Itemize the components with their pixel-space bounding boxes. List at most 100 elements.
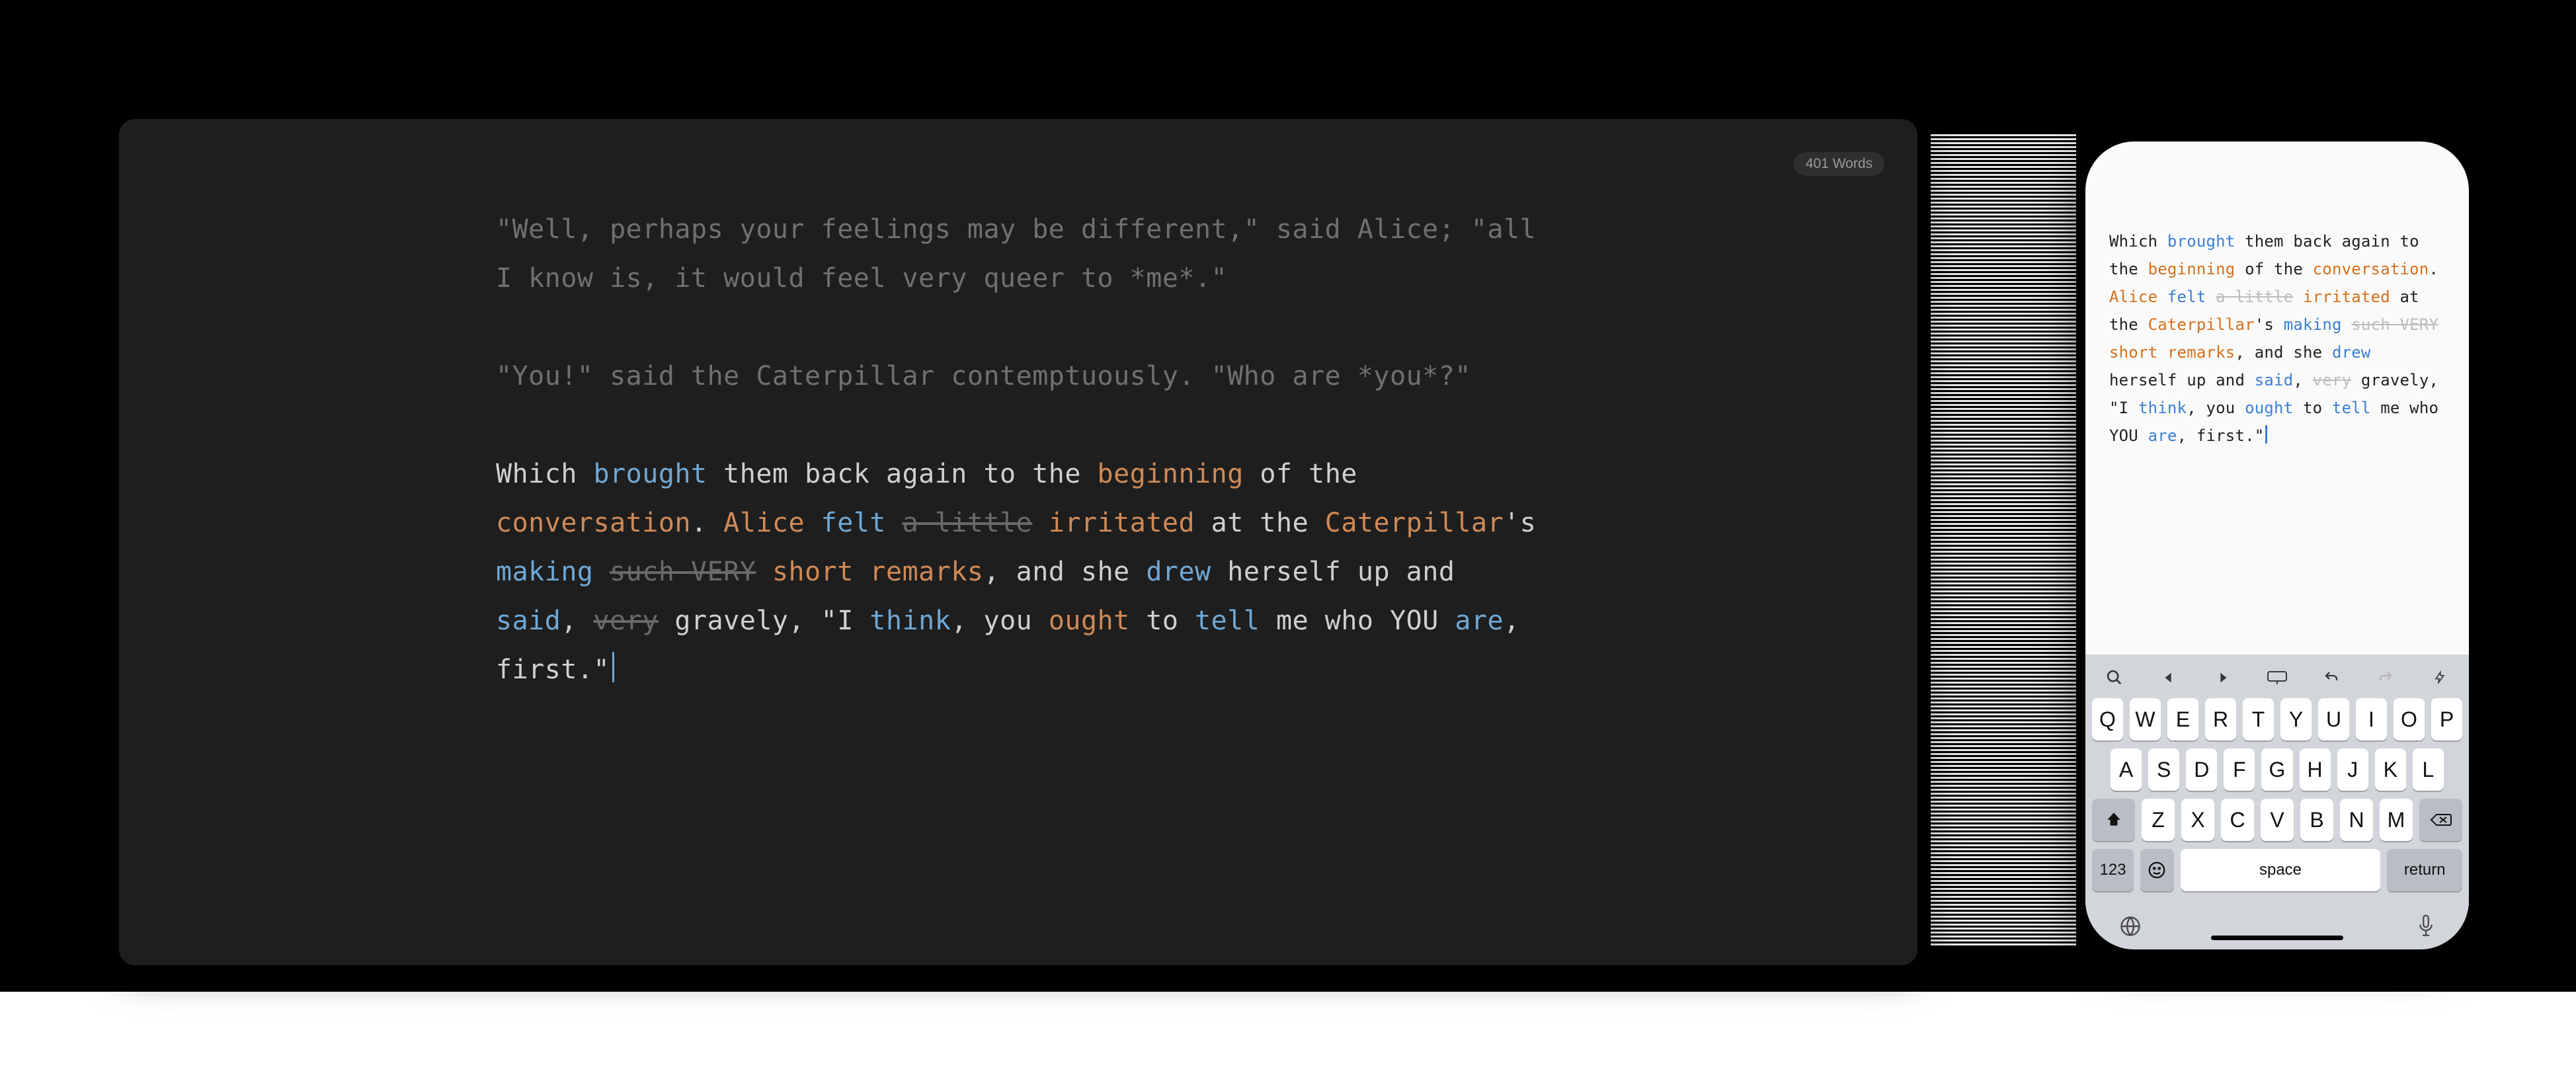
shift-key[interactable] (2092, 799, 2135, 841)
token-plain (2157, 288, 2167, 306)
emoji-key[interactable] (2140, 849, 2173, 891)
keyboard-row-1: QWERTYUIOP (2091, 698, 2464, 740)
numeric-key[interactable]: 123 (2092, 849, 2134, 891)
token-plain: , and she (984, 557, 1147, 587)
key-f[interactable]: F (2224, 748, 2255, 791)
key-e[interactable]: E (2167, 698, 2198, 740)
token-orange: irritated (2303, 288, 2390, 306)
key-u[interactable]: U (2318, 698, 2349, 740)
key-a[interactable]: A (2111, 748, 2142, 791)
token-plain (2342, 315, 2352, 334)
token-orange: beginning (1098, 459, 1244, 489)
key-y[interactable]: Y (2280, 698, 2312, 740)
token-orange: conversation (2313, 260, 2429, 278)
keyboard-row-3: ZXCVBNM (2091, 799, 2464, 841)
token-plain: me who YOU (1260, 606, 1455, 636)
key-d[interactable]: D (2186, 748, 2217, 791)
token-plain (756, 557, 772, 587)
key-m[interactable]: M (2380, 799, 2413, 841)
return-key[interactable]: return (2387, 849, 2462, 891)
key-i[interactable]: I (2356, 698, 2387, 740)
search-icon[interactable] (2100, 666, 2129, 689)
token-blue: brought (594, 459, 707, 489)
token-plain (1032, 508, 1049, 538)
key-r[interactable]: R (2205, 698, 2236, 740)
key-v[interactable]: V (2261, 799, 2294, 841)
phone-frame: Which brought them back again to the beg… (2076, 132, 2478, 959)
home-indicator[interactable] (2211, 936, 2343, 940)
token-blue: are (1455, 606, 1504, 636)
token-orange: beginning (2148, 260, 2235, 278)
token-orange: conversation (496, 508, 691, 538)
token-blue: said (2255, 371, 2294, 389)
bolt-icon[interactable] (2425, 666, 2454, 689)
token-blue: felt (2167, 288, 2206, 306)
key-b[interactable]: B (2300, 799, 2333, 841)
word-count-badge[interactable]: 401 Words (1794, 152, 1884, 176)
token-plain: of the (1244, 459, 1374, 489)
token-blue: are (2148, 426, 2177, 445)
desktop-editor-textarea[interactable]: "Well, perhaps your feelings may be diff… (496, 205, 1541, 694)
token-strike: such VERY (2351, 315, 2438, 334)
token-blue: drew (1146, 557, 1211, 587)
arrow-left-icon[interactable] (2154, 666, 2183, 689)
key-o[interactable]: O (2394, 698, 2425, 740)
token-strike: very (2313, 371, 2352, 389)
keyboard-row-4: 123 space return (2091, 849, 2464, 891)
token-plain: , (2293, 371, 2312, 389)
phone-editor-textarea[interactable]: Which brought them back again to the beg… (2085, 141, 2469, 655)
mic-icon[interactable] (2416, 913, 2436, 939)
token-plain: . (2429, 260, 2448, 278)
key-w[interactable]: W (2130, 698, 2161, 740)
key-k[interactable]: K (2375, 748, 2406, 791)
keyboard-row-2: ASDFGHJKL (2091, 748, 2464, 791)
space-key[interactable]: space (2181, 849, 2381, 891)
token-plain: , you (951, 606, 1049, 636)
token-blue: drew (2332, 343, 2371, 362)
token-plain: Which (2109, 232, 2167, 251)
key-q[interactable]: Q (2092, 698, 2123, 740)
key-l[interactable]: L (2413, 748, 2444, 791)
token-blue: said (496, 606, 561, 636)
token-plain: . (691, 508, 723, 538)
globe-icon[interactable] (2118, 914, 2142, 938)
token-blue: brought (2167, 232, 2235, 251)
token-strike: such VERY (610, 557, 756, 587)
desktop-editor-window: 401 Words "Well, perhaps your feelings m… (119, 119, 1917, 965)
keyboard-toolbar (2091, 661, 2464, 698)
token-orange: ought (1049, 606, 1130, 636)
keyboard-icon[interactable] (2263, 666, 2292, 689)
key-s[interactable]: S (2148, 748, 2179, 791)
undo-icon[interactable] (2317, 666, 2346, 689)
key-g[interactable]: G (2261, 748, 2292, 791)
token-strike: a little (903, 508, 1033, 538)
key-n[interactable]: N (2340, 799, 2373, 841)
active-paragraph: Which brought them back again to the beg… (496, 450, 1541, 694)
text-cursor (612, 652, 614, 682)
key-t[interactable]: T (2243, 698, 2274, 740)
token-orange: short remarks (2109, 343, 2235, 362)
key-x[interactable]: X (2181, 799, 2214, 841)
token-plain: Which (496, 459, 594, 489)
key-h[interactable]: H (2300, 748, 2331, 791)
key-c[interactable]: C (2221, 799, 2254, 841)
key-z[interactable]: Z (2142, 799, 2175, 841)
token-plain (2438, 315, 2448, 334)
token-orange: Alice (723, 508, 805, 538)
token-orange: short remarks (772, 557, 984, 587)
token-plain: , first." (2177, 426, 2265, 445)
phone-screen: Which brought them back again to the beg… (2085, 141, 2469, 949)
token-orange: Alice (2109, 288, 2157, 306)
token-orange: Caterpillar (2148, 315, 2255, 334)
token-blue: tell (1195, 606, 1260, 636)
dim-paragraph: "You!" said the Caterpillar contemptuous… (496, 352, 1541, 401)
redo-icon[interactable] (2371, 666, 2400, 689)
token-plain (2206, 288, 2216, 306)
token-plain: to (1130, 606, 1195, 636)
key-j[interactable]: J (2337, 748, 2368, 791)
backspace-key[interactable] (2419, 799, 2462, 841)
key-p[interactable]: P (2431, 698, 2462, 740)
token-strike: a little (2216, 288, 2293, 306)
text-cursor (2265, 425, 2267, 444)
arrow-right-icon[interactable] (2208, 666, 2237, 689)
